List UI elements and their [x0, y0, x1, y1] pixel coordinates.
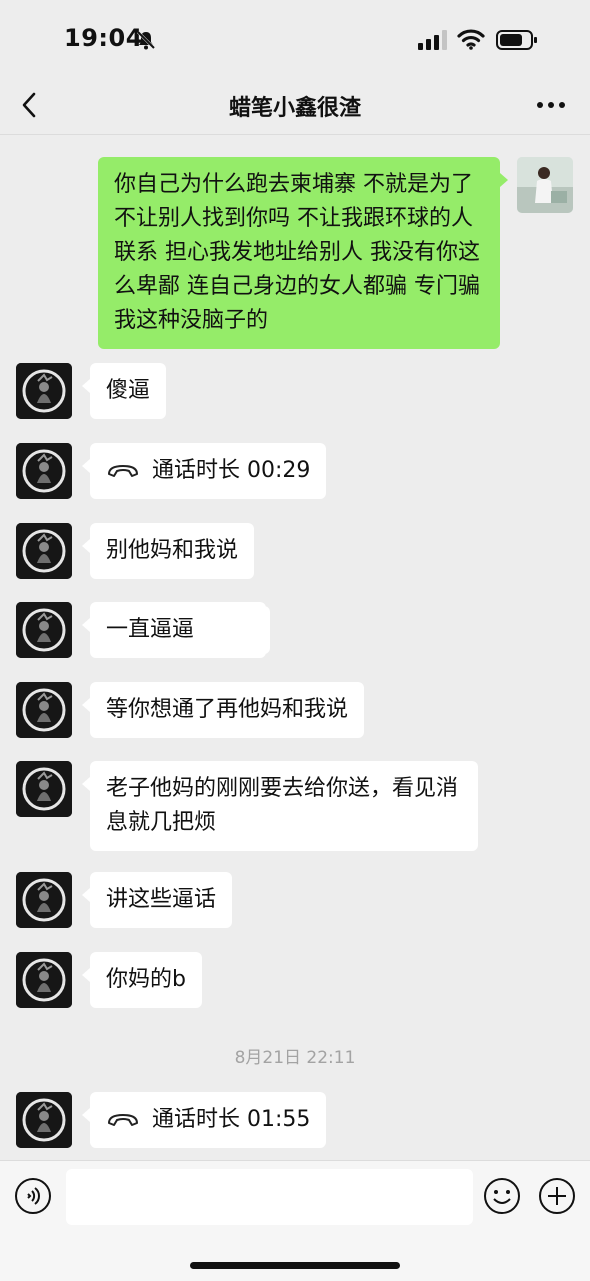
voice-icon[interactable] — [14, 1177, 52, 1215]
message-incoming-call: 通话时长 00:29 — [0, 443, 590, 501]
call-duration-text: 通话时长 01:55 — [152, 1107, 311, 1132]
message-bubble[interactable]: 别他妈和我说 — [81, 523, 255, 579]
avatar-contact[interactable] — [16, 682, 72, 738]
bell-slash-icon — [136, 30, 156, 50]
call-record-bubble[interactable]: 通话时长 00:29 — [81, 443, 327, 499]
message-text: 老子他妈的刚刚要去给你送，看见消息就几把烦 — [106, 776, 459, 835]
status-time: 19:04 — [64, 24, 143, 52]
message-incoming: 一直逼逼 — [0, 602, 590, 660]
message-text: 你妈的b — [106, 967, 186, 992]
message-bubble[interactable]: 你自己为什么跑去柬埔寨 不就是为了不让别人找到你吗 不让我跟环球的人联系 担心我… — [98, 157, 508, 349]
message-bubble[interactable]: 傻逼 — [81, 363, 167, 419]
chevron-left-icon[interactable] — [18, 90, 42, 120]
message-text: 一直逼逼 — [106, 617, 195, 642]
home-indicator — [190, 1262, 400, 1269]
message-incoming: 你妈的b — [0, 952, 590, 1010]
message-text: 别他妈和我说 — [106, 538, 239, 563]
phone-icon — [108, 1114, 138, 1126]
message-bubble[interactable]: 老子他妈的刚刚要去给你送，看见消息就几把烦 — [82, 761, 478, 851]
message-incoming: 傻逼 — [0, 363, 590, 421]
chat-title: 蜡笔小鑫很渣 — [228, 96, 361, 121]
avatar-self[interactable] — [517, 157, 573, 213]
message-incoming: 等你想通了再他妈和我说 — [0, 682, 590, 740]
message-incoming: 老子他妈的刚刚要去给你送，看见消息就几把烦 — [0, 761, 590, 851]
emoji-icon[interactable] — [483, 1177, 521, 1215]
message-text: 等你想通了再他妈和我说 — [106, 697, 349, 722]
message-incoming: 别他妈和我说 — [0, 523, 590, 581]
avatar-contact[interactable] — [16, 872, 72, 928]
chat-header: 蜡笔小鑫很渣 — [0, 80, 590, 135]
message-timestamp: 8月21日 22:11 — [234, 1048, 356, 1068]
message-text: 讲这些逼话 — [106, 887, 217, 912]
status-bar: 19:04 — [0, 0, 590, 80]
message-input[interactable] — [66, 1169, 473, 1225]
avatar-contact[interactable] — [16, 761, 72, 817]
avatar-contact[interactable] — [16, 1092, 72, 1148]
message-bubble[interactable]: 讲这些逼话 — [81, 872, 233, 928]
message-bubble[interactable]: 等你想通了再他妈和我说 — [81, 682, 365, 738]
plus-icon[interactable] — [538, 1177, 576, 1215]
message-outgoing: 你自己为什么跑去柬埔寨 不就是为了不让别人找到你吗 不让我跟环球的人联系 担心我… — [0, 157, 590, 349]
avatar-contact[interactable] — [16, 523, 72, 579]
battery-icon — [496, 30, 537, 50]
message-list: 你自己为什么跑去柬埔寨 不就是为了不让别人找到你吗 不让我跟环球的人联系 担心我… — [0, 135, 590, 1160]
message-text: 你自己为什么跑去柬埔寨 不就是为了不让别人找到你吗 不让我跟环球的人联系 担心我… — [114, 172, 480, 333]
call-record-bubble[interactable]: 通话时长 01:55 — [81, 1092, 327, 1148]
avatar-contact[interactable] — [16, 952, 72, 1008]
avatar-contact[interactable] — [16, 602, 72, 658]
avatar-contact[interactable] — [16, 363, 72, 419]
message-incoming-call: 通话时长 01:55 — [0, 1092, 590, 1150]
wifi-icon — [457, 29, 485, 50]
message-bubble[interactable]: 你妈的b — [82, 952, 202, 1008]
phone-icon — [108, 465, 138, 477]
redaction-blur — [195, 606, 270, 654]
more-dots-icon[interactable] — [535, 100, 567, 110]
message-incoming: 讲这些逼话 — [0, 872, 590, 930]
call-duration-text: 通话时长 00:29 — [152, 458, 311, 483]
message-text: 傻逼 — [106, 378, 151, 403]
avatar-contact[interactable] — [16, 443, 72, 499]
cellular-signal-icon — [418, 30, 447, 50]
